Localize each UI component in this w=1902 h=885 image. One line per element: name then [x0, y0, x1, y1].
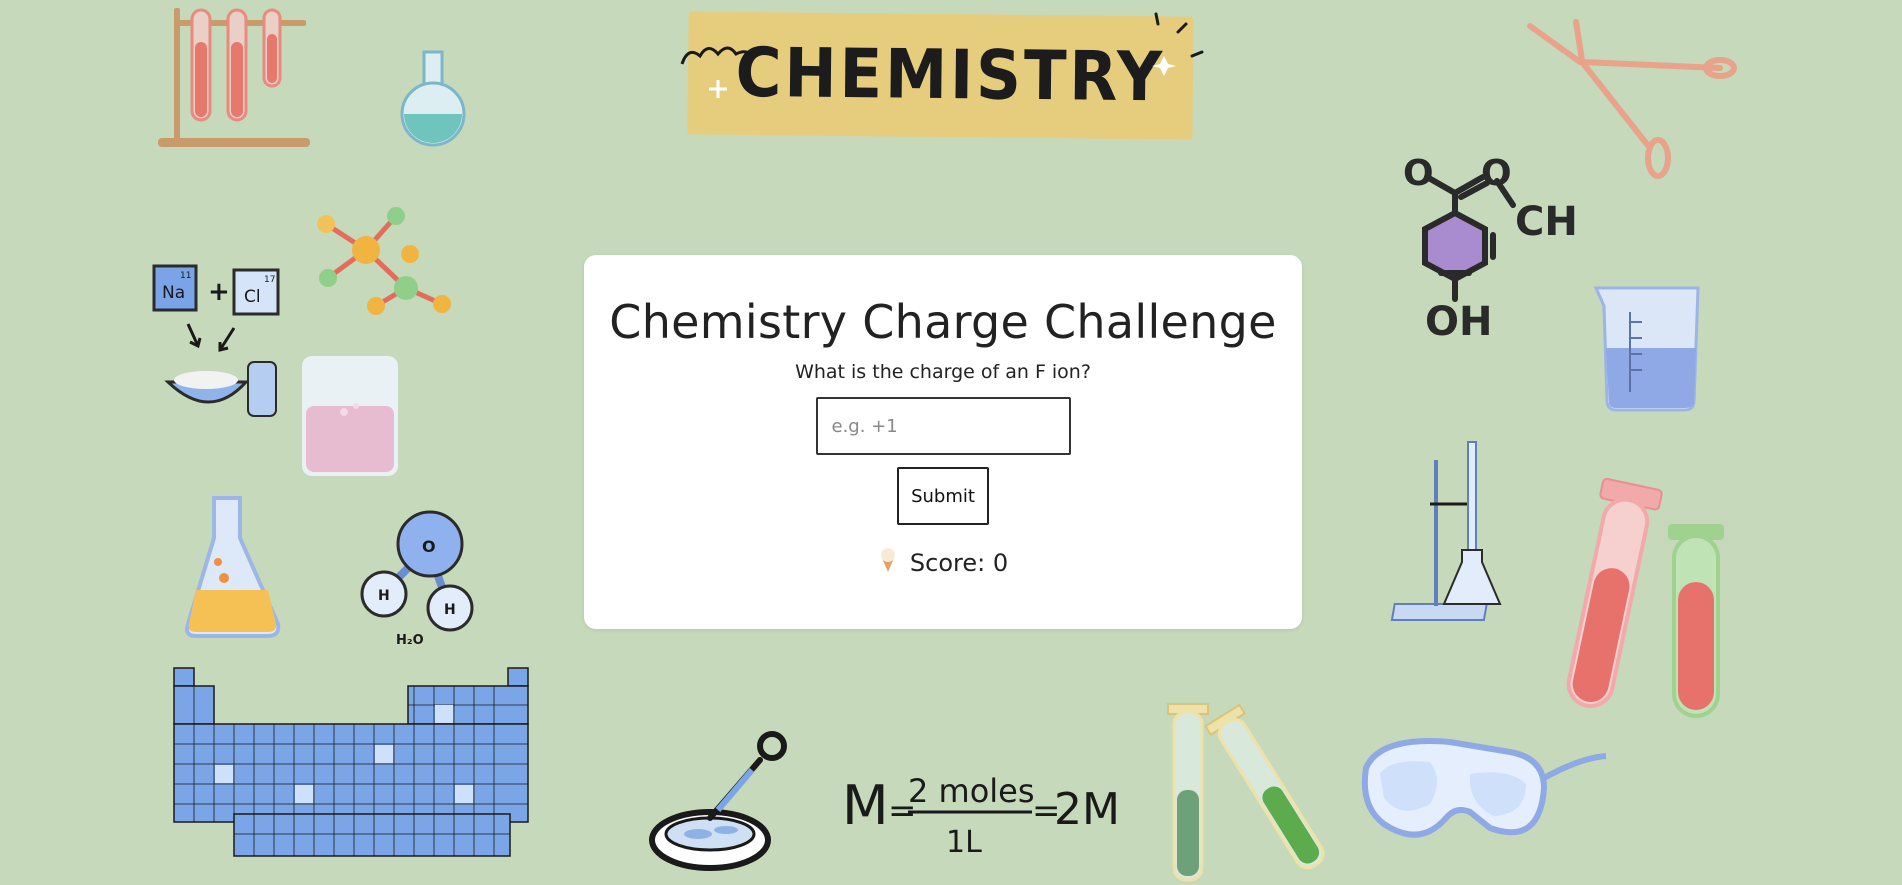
petri-dish-dropper-icon	[648, 730, 798, 880]
submit-button[interactable]: Submit	[897, 467, 989, 525]
chemistry-banner: CHEMISTRY	[687, 11, 1194, 140]
banner-title: CHEMISTRY	[735, 33, 1166, 118]
svg-text:2M: 2M	[1054, 784, 1120, 835]
molarity-formula-icon: M = 2 moles 1L = 2M	[842, 764, 1122, 864]
svg-text:1L: 1L	[946, 825, 982, 860]
question-text: What is the charge of an F ion?	[795, 361, 1091, 383]
periodic-table-icon	[172, 666, 532, 858]
answer-input[interactable]	[815, 397, 1071, 455]
green-test-tubes-icon	[1160, 700, 1325, 885]
svg-text:H₂O: H₂O	[396, 633, 424, 648]
test-tube-rack-icon	[156, 4, 316, 149]
svg-text:Na: Na	[162, 283, 185, 303]
sodium-chloride-reaction-icon: Na 11 + Cl 17	[150, 262, 290, 422]
svg-text:+: +	[208, 277, 230, 307]
quiz-title: Chemistry Charge Challenge	[609, 295, 1277, 349]
svg-text:Cl: Cl	[244, 287, 261, 307]
svg-text:M: M	[842, 774, 889, 837]
svg-text:H: H	[378, 588, 390, 604]
round-flask-icon	[398, 50, 468, 150]
banner-doodle-left-icon	[678, 30, 758, 100]
conical-flask-icon	[182, 494, 282, 644]
pink-beaker-icon	[300, 354, 400, 479]
ball-stick-molecule-icon	[316, 206, 456, 321]
svg-text:H: H	[444, 602, 456, 618]
organic-molecule-icon: O O CH OH	[1395, 145, 1580, 345]
score-label: Score: 0	[909, 549, 1009, 577]
svg-text:O: O	[422, 537, 436, 556]
measuring-beaker-icon	[1590, 282, 1705, 412]
svg-text:CH: CH	[1515, 199, 1578, 245]
svg-text:O: O	[1403, 153, 1434, 194]
svg-text:OH: OH	[1425, 299, 1492, 345]
safety-goggles-icon	[1360, 728, 1610, 858]
ice-cream-icon	[878, 547, 898, 579]
svg-text:O: O	[1481, 153, 1512, 194]
burette-stand-icon	[1390, 438, 1520, 623]
banner-sparkle-icon	[1148, 10, 1208, 80]
red-test-tubes-icon	[1560, 477, 1730, 723]
svg-text:2 moles: 2 moles	[908, 772, 1035, 810]
svg-text:17: 17	[264, 275, 275, 285]
svg-text:11: 11	[180, 271, 191, 281]
score-display: Score: 0	[584, 547, 1302, 579]
quiz-card: Chemistry Charge Challenge What is the c…	[584, 255, 1302, 629]
water-molecule-icon: O H H H₂O	[358, 508, 478, 648]
